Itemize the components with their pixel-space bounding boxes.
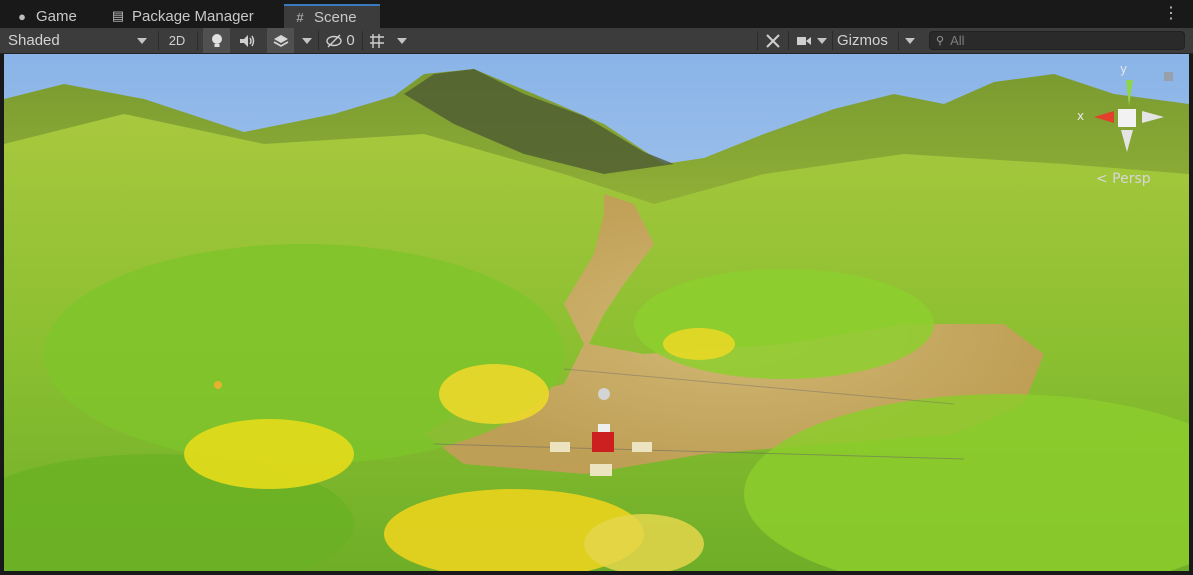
scene-search-field[interactable]: ⚲ All bbox=[929, 31, 1185, 50]
audio-toggle-button[interactable] bbox=[234, 28, 262, 53]
effects-toggle-button[interactable] bbox=[267, 28, 294, 53]
tab-scene-label: Scene bbox=[314, 8, 357, 26]
grid-snap-dropdown[interactable] bbox=[391, 28, 413, 53]
speaker-icon bbox=[240, 34, 255, 47]
layers-icon bbox=[273, 34, 288, 47]
tab-game[interactable]: ● Game bbox=[6, 4, 94, 28]
terrain-scene-image bbox=[4, 54, 1189, 571]
tab-scene[interactable]: # Scene bbox=[284, 4, 380, 28]
scene-toolbar: Shaded 2D 0 Gizmos ⚲ All bbox=[0, 28, 1193, 54]
chevron-down-icon bbox=[137, 37, 147, 44]
eye-slash-icon bbox=[326, 34, 343, 47]
hidden-objects-count: 0 bbox=[346, 32, 355, 49]
gizmo-x-axis-label[interactable]: x bbox=[1077, 109, 1084, 123]
scene-tools-button[interactable] bbox=[760, 28, 786, 53]
grid-snap-button[interactable] bbox=[365, 28, 389, 53]
editor-tab-bar: ● Game ▤ Package Manager # Scene ⋮ bbox=[0, 0, 1193, 29]
effects-dropdown[interactable] bbox=[296, 28, 318, 53]
tab-game-label: Game bbox=[36, 7, 77, 25]
gizmos-dropdown[interactable] bbox=[899, 28, 921, 53]
chevron-down-icon bbox=[816, 37, 827, 44]
camera-icon bbox=[796, 36, 811, 45]
search-icon: ⚲ bbox=[936, 35, 945, 47]
tab-package-manager[interactable]: ▤ Package Manager bbox=[102, 4, 274, 28]
chevron-down-icon bbox=[302, 37, 312, 44]
scene-viewport[interactable]: y x < Persp bbox=[4, 54, 1189, 571]
lighting-toggle-button[interactable] bbox=[203, 28, 230, 53]
chevron-down-icon bbox=[397, 37, 407, 44]
search-placeholder: All bbox=[950, 33, 965, 48]
lightbulb-icon bbox=[211, 33, 222, 47]
package-icon: ▤ bbox=[111, 8, 125, 23]
hidden-objects-button[interactable]: 0 bbox=[320, 28, 360, 53]
tab-package-manager-label: Package Manager bbox=[132, 7, 254, 25]
grid-icon: # bbox=[296, 9, 304, 25]
projection-toggle-label[interactable]: < Persp bbox=[1096, 171, 1151, 187]
toggle-2d-button[interactable]: 2D bbox=[160, 28, 194, 53]
gamepad-icon: ● bbox=[18, 8, 26, 24]
gizmo-y-axis-label[interactable]: y bbox=[1120, 62, 1127, 76]
grid-snap-icon bbox=[370, 33, 384, 48]
draw-mode-label: Shaded bbox=[8, 32, 60, 49]
more-options-icon[interactable]: ⋮ bbox=[1163, 6, 1179, 22]
draw-mode-dropdown[interactable]: Shaded bbox=[0, 28, 155, 53]
gizmos-toggle-button[interactable]: Gizmos bbox=[834, 28, 896, 53]
camera-settings-button[interactable] bbox=[792, 28, 830, 53]
scene-window: ● Game ▤ Package Manager # Scene ⋮ Shade… bbox=[0, 0, 1193, 575]
tools-icon bbox=[766, 33, 780, 48]
chevron-down-icon bbox=[905, 37, 915, 44]
